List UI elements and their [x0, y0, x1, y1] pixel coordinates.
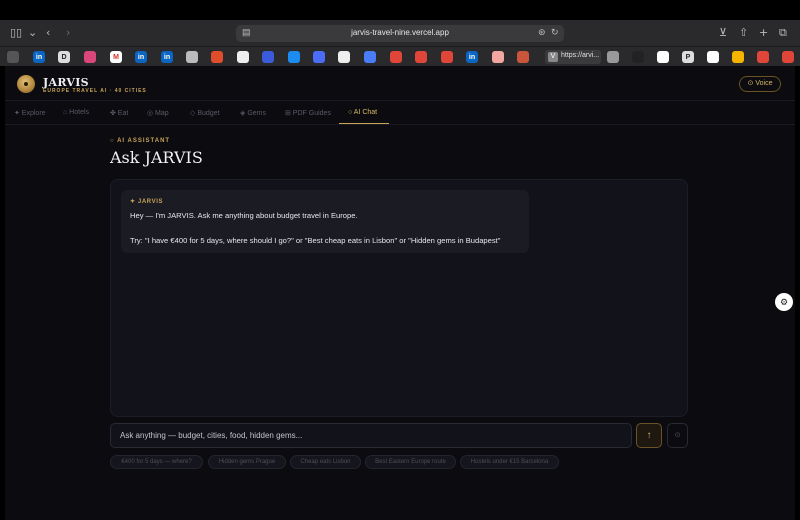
tab-hotels[interactable]: ⌂ Hotels: [63, 109, 89, 116]
url-text[interactable]: jarvis-travel-nine.vercel.app: [236, 28, 564, 37]
download-icon[interactable]: ⊻: [719, 26, 727, 40]
tab-eat[interactable]: ✤ Eat: [110, 109, 128, 117]
tab-explore[interactable]: ✦ Explore: [14, 109, 46, 117]
bookmark-tab[interactable]: V https://arvi...: [545, 50, 601, 64]
bookmark-icon[interactable]: [782, 51, 794, 63]
bookmark-icon[interactable]: [757, 51, 769, 63]
back-icon[interactable]: ‹: [46, 26, 50, 40]
section-eyebrow: ○ AI ASSISTANT: [110, 138, 171, 144]
tab-overview-icon[interactable]: ⧉: [779, 26, 787, 40]
logo-icon: [17, 75, 35, 93]
app-header: JARVIS EUROPE TRAVEL AI · 40 CITIES ⊙ Vo…: [5, 66, 795, 101]
sidebar-toggle-icon[interactable]: ▯▯: [10, 26, 22, 40]
bookmark-icon[interactable]: [732, 51, 744, 63]
bookmark-icon[interactable]: [390, 51, 402, 63]
bookmark-icon[interactable]: [313, 51, 325, 63]
app-page: JARVIS EUROPE TRAVEL AI · 40 CITIES ⊙ Vo…: [5, 66, 795, 520]
send-button[interactable]: ↑: [636, 423, 662, 448]
active-tab-indicator: [339, 123, 389, 124]
main-nav: ✦ Explore ⌂ Hotels ✤ Eat ◎ Map ◇ Budget …: [5, 102, 795, 125]
bookmark-icon[interactable]: [186, 51, 198, 63]
tab-budget[interactable]: ◇ Budget: [190, 109, 220, 117]
mic-button[interactable]: ⊙: [667, 423, 688, 448]
translate-icon[interactable]: ⊛: [538, 27, 546, 38]
google-icon[interactable]: [338, 51, 350, 63]
bookmark-icon[interactable]: [237, 51, 249, 63]
bookmarks-bar: in D M in in in V https://arvi... P: [0, 46, 800, 66]
suggestion-chip[interactable]: Hidden gems Prague: [208, 455, 286, 469]
tab-ai-chat[interactable]: ○ AI Chat: [348, 109, 377, 116]
gmail-icon[interactable]: M: [110, 51, 122, 63]
bookmark-icon[interactable]: [707, 51, 719, 63]
tab-gems[interactable]: ◈ Gems: [240, 109, 266, 117]
forward-icon[interactable]: ›: [66, 26, 70, 40]
bookmark-icon[interactable]: [262, 51, 274, 63]
bookmark-icon[interactable]: [657, 51, 669, 63]
bookmark-icon[interactable]: P: [682, 51, 694, 63]
suggestion-chip[interactable]: €400 for 5 days — where?: [110, 455, 203, 469]
message-text: Try: "I have €400 for 5 days, where shou…: [130, 236, 501, 245]
bookmark-tab-label: https://arvi...: [561, 52, 600, 59]
message-text: Hey — I'm JARVIS. Ask me anything about …: [130, 211, 358, 220]
heart-icon[interactable]: [441, 51, 453, 63]
bookmark-icon[interactable]: D: [58, 51, 70, 63]
bookmark-icon[interactable]: [415, 51, 427, 63]
address-bar[interactable]: ▤ jarvis-travel-nine.vercel.app ⊛ ↻: [236, 25, 564, 42]
message-sender: ✦ JARVIS: [130, 199, 164, 205]
chevron-down-icon[interactable]: ⌄: [28, 26, 37, 40]
bookmark-icon[interactable]: [211, 51, 223, 63]
new-tab-icon[interactable]: +: [759, 26, 768, 40]
suggestion-chip[interactable]: Cheap eats Lisbon: [290, 455, 361, 469]
page-title: Ask JARVIS: [110, 148, 203, 167]
bookmark-icon: V: [548, 52, 558, 62]
menu-bar: [0, 0, 800, 20]
linkedin-icon[interactable]: in: [135, 51, 147, 63]
linkedin-icon[interactable]: in: [33, 51, 45, 63]
suggestion-chip[interactable]: Best Eastern Europe route: [365, 455, 456, 469]
chat-input[interactable]: [110, 423, 632, 448]
brand-subtitle: EUROPE TRAVEL AI · 40 CITIES: [43, 88, 147, 94]
extension-float-icon[interactable]: ⚙: [775, 293, 793, 311]
linkedin-icon[interactable]: in: [161, 51, 173, 63]
github-icon[interactable]: [632, 51, 644, 63]
suggestion-chip[interactable]: Hostels under €15 Barcelona: [460, 455, 559, 469]
bookmark-icon[interactable]: [607, 51, 619, 63]
linkedin-icon[interactable]: in: [466, 51, 478, 63]
assistant-message: ✦ JARVIS Hey — I'm JARVIS. Ask me anythi…: [121, 190, 529, 253]
share-icon[interactable]: ⇧: [739, 26, 748, 40]
bookmark-icon[interactable]: [364, 51, 376, 63]
tab-pdf-guides[interactable]: ⊞ PDF Guides: [285, 109, 331, 117]
bookmark-icon[interactable]: [517, 51, 529, 63]
chat-panel[interactable]: ✦ JARVIS Hey — I'm JARVIS. Ask me anythi…: [110, 179, 688, 417]
reload-icon[interactable]: ↻: [551, 27, 559, 38]
tab-map[interactable]: ◎ Map: [147, 109, 169, 117]
bookmark-icon[interactable]: [84, 51, 96, 63]
bookmark-icon[interactable]: [492, 51, 504, 63]
bookmark-icon[interactable]: [288, 51, 300, 63]
voice-button[interactable]: ⊙ Voice: [739, 76, 781, 92]
bookmark-icon[interactable]: [7, 51, 19, 63]
